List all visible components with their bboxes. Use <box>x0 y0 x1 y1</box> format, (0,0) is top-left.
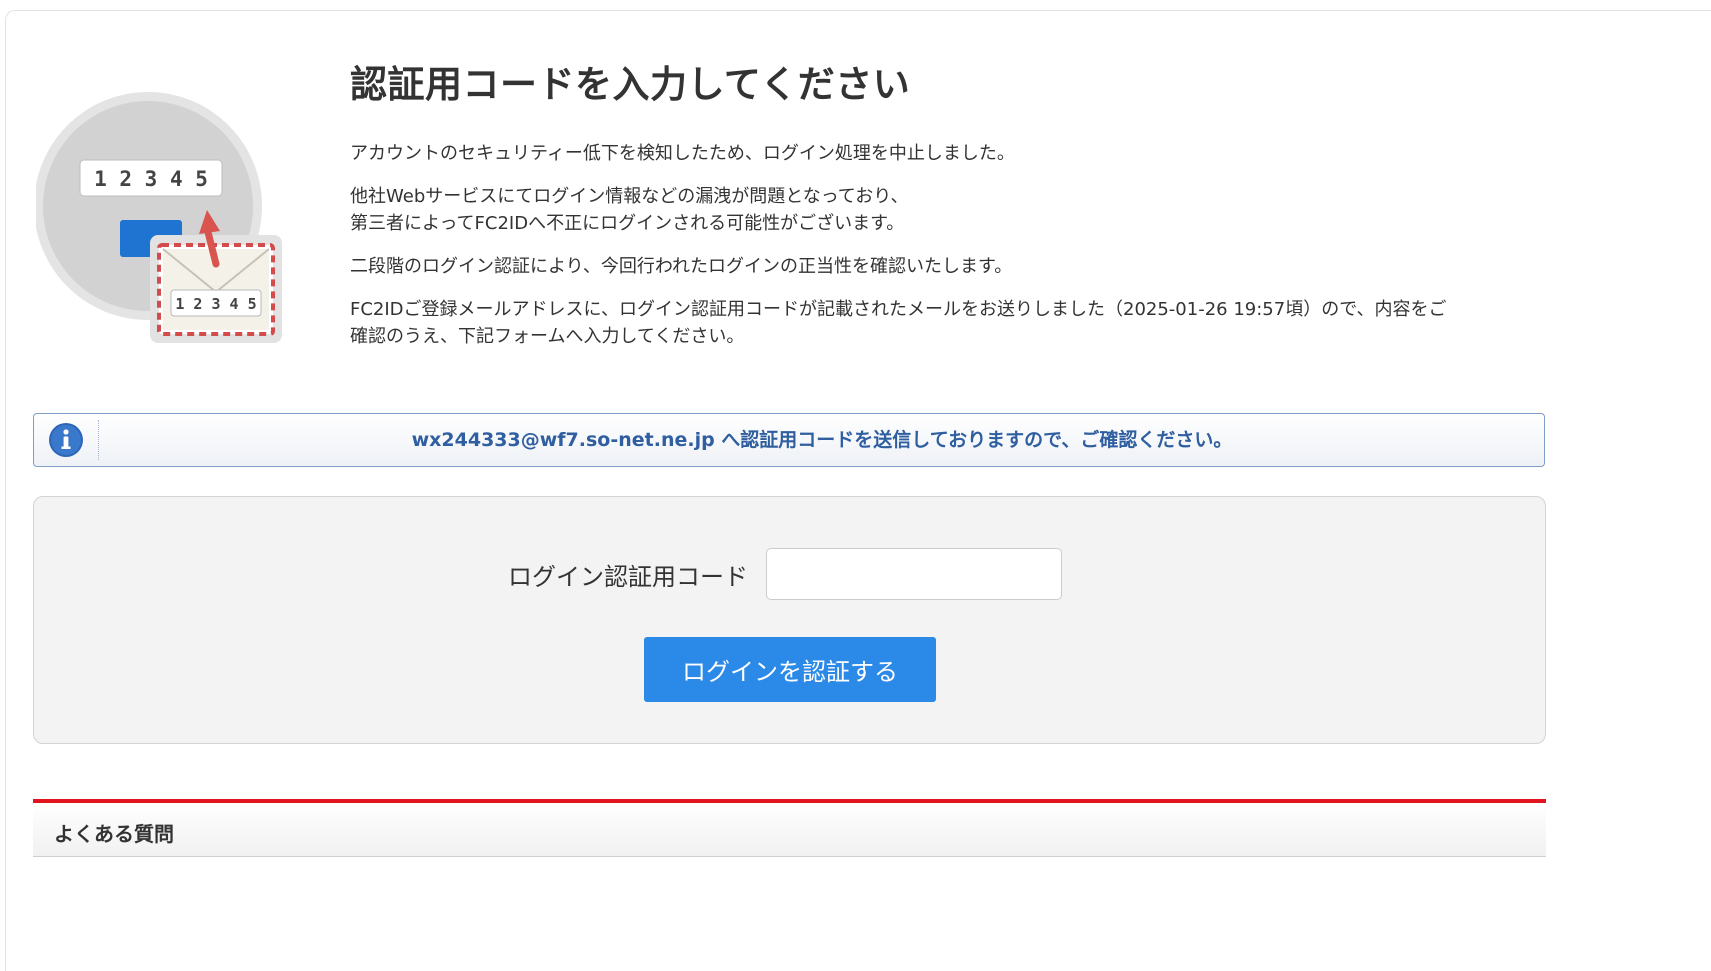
code-input[interactable] <box>766 548 1062 600</box>
description-paragraph: アカウントのセキュリティー低下を検知したため、ログイン処理を中止しました。 <box>350 140 1540 167</box>
description-paragraph: FC2IDご登録メールアドレスに、ログイン認証用コードが記載されたメールをお送り… <box>350 296 1540 350</box>
description-paragraph: 二段階のログイン認証により、今回行われたログインの正当性を確認いたします。 <box>350 253 1540 280</box>
verify-login-button[interactable]: ログインを認証する <box>644 637 936 702</box>
description-line: アカウントのセキュリティー低下を検知したため、ログイン処理を中止しました。 <box>350 143 1015 164</box>
info-message-bar: wx244333@wf7.so-net.ne.jp へ認証用コードを送信しており… <box>33 413 1545 467</box>
envelope-code-text: 1 2 3 4 5 <box>175 295 256 313</box>
description-line: 他社Webサービスにてログイン情報などの漏洩が問題となっており、 <box>350 186 909 207</box>
description-line: FC2IDご登録メールアドレスに、ログイン認証用コードが記載されたメールをお送り… <box>350 299 1447 320</box>
description-paragraph: 他社Webサービスにてログイン情報などの漏洩が問題となっており、 第三者によって… <box>350 183 1540 237</box>
code-label: ログイン認証用コード <box>508 563 748 591</box>
page-title: 認証用コードを入力してください <box>350 63 911 106</box>
faq-section: よくある質問 <box>33 799 1546 857</box>
description-line: 確認のうえ、下記フォームへ入力してください。 <box>350 326 745 347</box>
code-mail-illustration: 1 2 3 4 5 1 2 3 4 5 <box>36 92 286 344</box>
screen-code-text: 1 2 3 4 5 <box>94 167 208 191</box>
info-icon <box>49 423 83 457</box>
code-form-panel: ログイン認証用コード ログインを認証する <box>33 496 1546 744</box>
faq-title: よくある質問 <box>54 822 174 846</box>
description: アカウントのセキュリティー低下を検知したため、ログイン処理を中止しました。 他社… <box>350 140 1540 366</box>
info-divider <box>98 420 99 460</box>
info-message: wx244333@wf7.so-net.ne.jp へ認証用コードを送信しており… <box>411 429 1233 451</box>
description-line: 第三者によってFC2IDへ不正にログインされる可能性がございます。 <box>350 213 905 234</box>
description-line: 二段階のログイン認証により、今回行われたログインの正当性を確認いたします。 <box>350 256 1013 277</box>
